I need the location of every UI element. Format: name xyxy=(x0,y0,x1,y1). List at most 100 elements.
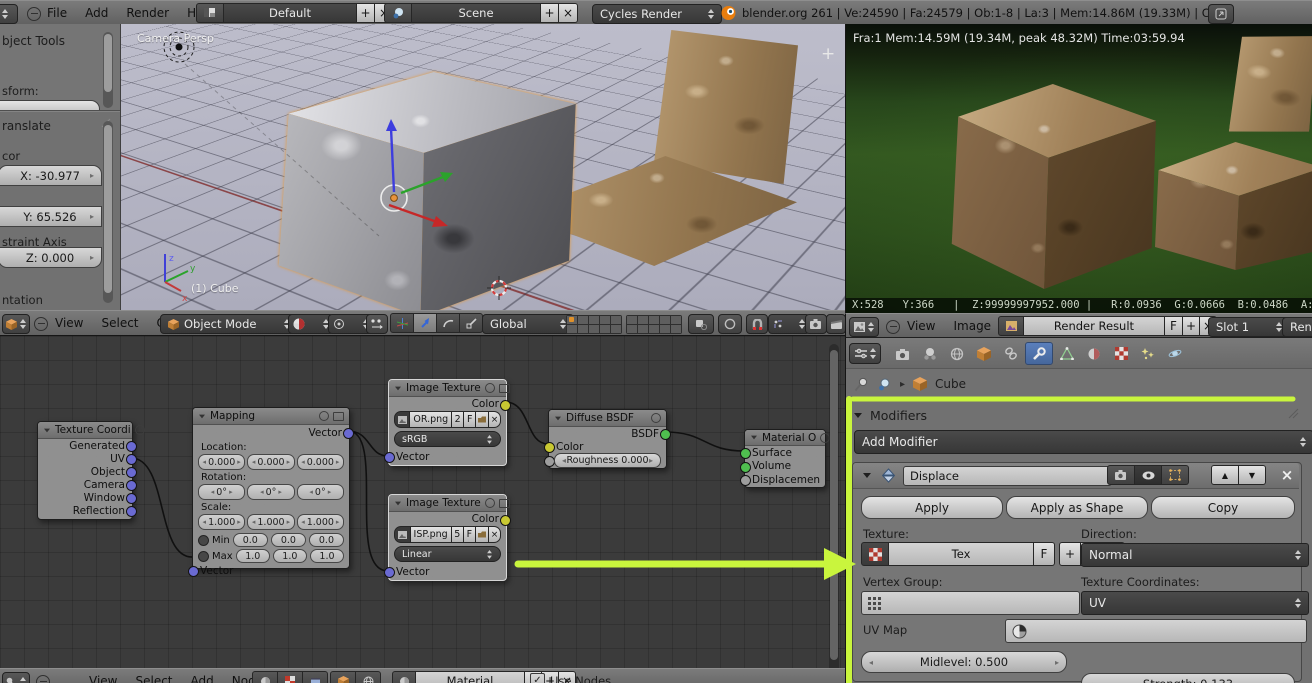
new-texture-button[interactable]: + xyxy=(1059,542,1081,566)
apply-as-shape-button[interactable]: Apply as Shape xyxy=(1006,496,1148,519)
tab-modifiers[interactable] xyxy=(1025,342,1053,365)
socket-uv[interactable] xyxy=(126,454,137,465)
layer-cell[interactable] xyxy=(611,316,621,324)
socket-surface-in[interactable] xyxy=(740,448,751,460)
delete-scene-button[interactable]: × xyxy=(559,3,578,23)
color-space-select[interactable]: Linear xyxy=(394,546,501,562)
unlink-image-button[interactable]: × xyxy=(489,411,501,428)
socket-object[interactable] xyxy=(126,467,137,478)
node-diffuse-bsdf[interactable]: Diffuse BSDF BSDF Color ◂ Roughness 0.000… xyxy=(544,409,671,469)
copy-button[interactable]: Copy xyxy=(1151,496,1295,519)
socket-color-out[interactable] xyxy=(500,514,511,526)
manipulator-toggle-button[interactable] xyxy=(366,314,388,334)
collapse-icon[interactable] xyxy=(863,473,871,478)
tab-physics[interactable] xyxy=(1162,343,1188,364)
layers-grid-2[interactable] xyxy=(626,315,682,334)
scrollbar-thumb[interactable] xyxy=(104,34,112,92)
vertex-group-field[interactable] xyxy=(861,591,1080,615)
lock-to-scene-button[interactable] xyxy=(688,314,714,334)
menu-file[interactable]: File xyxy=(38,6,76,20)
apply-button[interactable]: Apply xyxy=(861,496,1003,519)
tab-particles[interactable] xyxy=(1135,343,1161,364)
vector-y-field[interactable]: Y: 65.526 ▸ xyxy=(0,206,102,227)
snap-element-select[interactable] xyxy=(768,314,810,334)
socket-bsdf-out[interactable] xyxy=(660,429,671,440)
midlevel-slider[interactable]: ◂ Midlevel: 0.500 ▸ xyxy=(861,651,1067,673)
open-region-plus-icon[interactable]: + xyxy=(821,44,835,64)
image-name-field[interactable]: ISP.png xyxy=(410,526,452,543)
opengl-render-button[interactable] xyxy=(805,314,827,334)
layer-cell[interactable] xyxy=(567,325,577,333)
menu-image[interactable]: Image xyxy=(944,319,1000,333)
layer-cell-active[interactable] xyxy=(567,316,577,324)
image-datablock-field[interactable]: Render Result xyxy=(1024,316,1165,336)
compositing-nodes-button[interactable] xyxy=(303,671,328,683)
tab-render[interactable] xyxy=(890,343,916,364)
socket-vector-in[interactable] xyxy=(188,566,199,577)
node-image-texture-1[interactable]: Image Texture Color OR.png 2 F × sRGB Ve… xyxy=(384,379,511,466)
users-count-button[interactable]: 2 xyxy=(452,411,465,428)
roughness-slider[interactable]: ◂ Roughness 0.000 ▸ xyxy=(554,452,661,468)
unlink-image-button[interactable]: × xyxy=(488,526,502,543)
node-editor-scrollbar[interactable] xyxy=(829,344,839,674)
layers-grid-1[interactable] xyxy=(566,315,622,334)
users-count-button[interactable]: 5 xyxy=(451,526,464,543)
open-image-button[interactable] xyxy=(475,526,489,543)
material-browse-button[interactable] xyxy=(392,671,416,683)
screen-layout-icon[interactable] xyxy=(196,3,224,23)
menu-select[interactable]: Select xyxy=(126,674,181,683)
scrollbar-thumb[interactable] xyxy=(830,350,838,660)
open-image-button[interactable] xyxy=(476,411,489,428)
rotation-y-field[interactable]: ◂ 0° ▸ xyxy=(247,484,295,500)
min-x-field[interactable]: 0.0 xyxy=(232,533,268,547)
layer-cell[interactable] xyxy=(649,325,659,333)
pin-icon[interactable] xyxy=(854,377,869,392)
object-shader-button[interactable] xyxy=(330,671,356,683)
menu-render[interactable]: Render xyxy=(117,6,178,20)
scale-y-field[interactable]: ◂ 1.000 ▸ xyxy=(247,514,295,530)
fake-user-button[interactable]: F xyxy=(1034,542,1055,566)
vector-x-field[interactable]: X: -30.977 ▸ xyxy=(0,165,102,186)
texture-name-field[interactable]: Tex xyxy=(889,542,1034,566)
translate-manipulator-axes-button[interactable] xyxy=(390,313,414,333)
node-image-texture-2[interactable]: Image Texture Color ISP.png 5 F × Linear… xyxy=(384,494,511,581)
move-modifier-down-button[interactable]: ▼ xyxy=(1239,465,1266,485)
layer-cell[interactable] xyxy=(627,325,637,333)
location-z-field[interactable]: ◂ 0.000 ▸ xyxy=(296,454,344,470)
3d-viewport[interactable]: z y x Camera Persp (1) Cube + xyxy=(120,24,846,310)
layer-cell[interactable] xyxy=(589,316,599,324)
collapse-menus-icon[interactable] xyxy=(36,675,50,683)
resize-grip-icon[interactable] xyxy=(1284,404,1300,420)
material-name-field[interactable]: Material xyxy=(416,671,525,683)
image-browse-button[interactable] xyxy=(394,411,411,428)
node-texture-coordinate[interactable]: Texture Coordi Generated UV Object Camer… xyxy=(37,421,145,520)
menu-select[interactable]: Select xyxy=(92,316,147,330)
tab-material[interactable] xyxy=(1081,343,1107,364)
layer-cell[interactable] xyxy=(649,316,659,324)
collapse-icon[interactable] xyxy=(751,435,757,440)
socket-vector-in[interactable] xyxy=(384,452,395,463)
scale-manipulator-button[interactable] xyxy=(460,313,483,333)
location-y-field[interactable]: ◂ 0.000 ▸ xyxy=(247,454,295,470)
editor-type-button[interactable] xyxy=(2,314,30,334)
socket-reflection[interactable] xyxy=(126,506,137,517)
menu-add[interactable]: Add xyxy=(182,674,223,683)
max-z-field[interactable]: 1.0 xyxy=(309,549,345,563)
layer-cell[interactable] xyxy=(578,325,588,333)
menu-view[interactable]: View xyxy=(46,316,92,330)
menu-view[interactable]: View xyxy=(80,674,126,683)
collapse-icon[interactable] xyxy=(199,414,205,418)
rotation-z-field[interactable]: ◂ 0° ▸ xyxy=(296,484,344,500)
image-name-field[interactable]: OR.png xyxy=(410,411,453,428)
snap-toggle-button[interactable] xyxy=(746,314,768,334)
scene-icon[interactable] xyxy=(877,378,892,391)
layer-cell[interactable] xyxy=(589,325,599,333)
editor-type-button[interactable] xyxy=(0,4,18,24)
proportional-edit-button[interactable] xyxy=(718,314,742,334)
layer-cell[interactable] xyxy=(660,325,670,333)
scale-z-field[interactable]: ◂ 1.000 ▸ xyxy=(296,514,344,530)
layer-cell[interactable] xyxy=(600,316,610,324)
image-browse-button[interactable] xyxy=(394,526,411,543)
layer-cell[interactable] xyxy=(660,316,670,324)
tab-scene[interactable] xyxy=(917,343,943,364)
